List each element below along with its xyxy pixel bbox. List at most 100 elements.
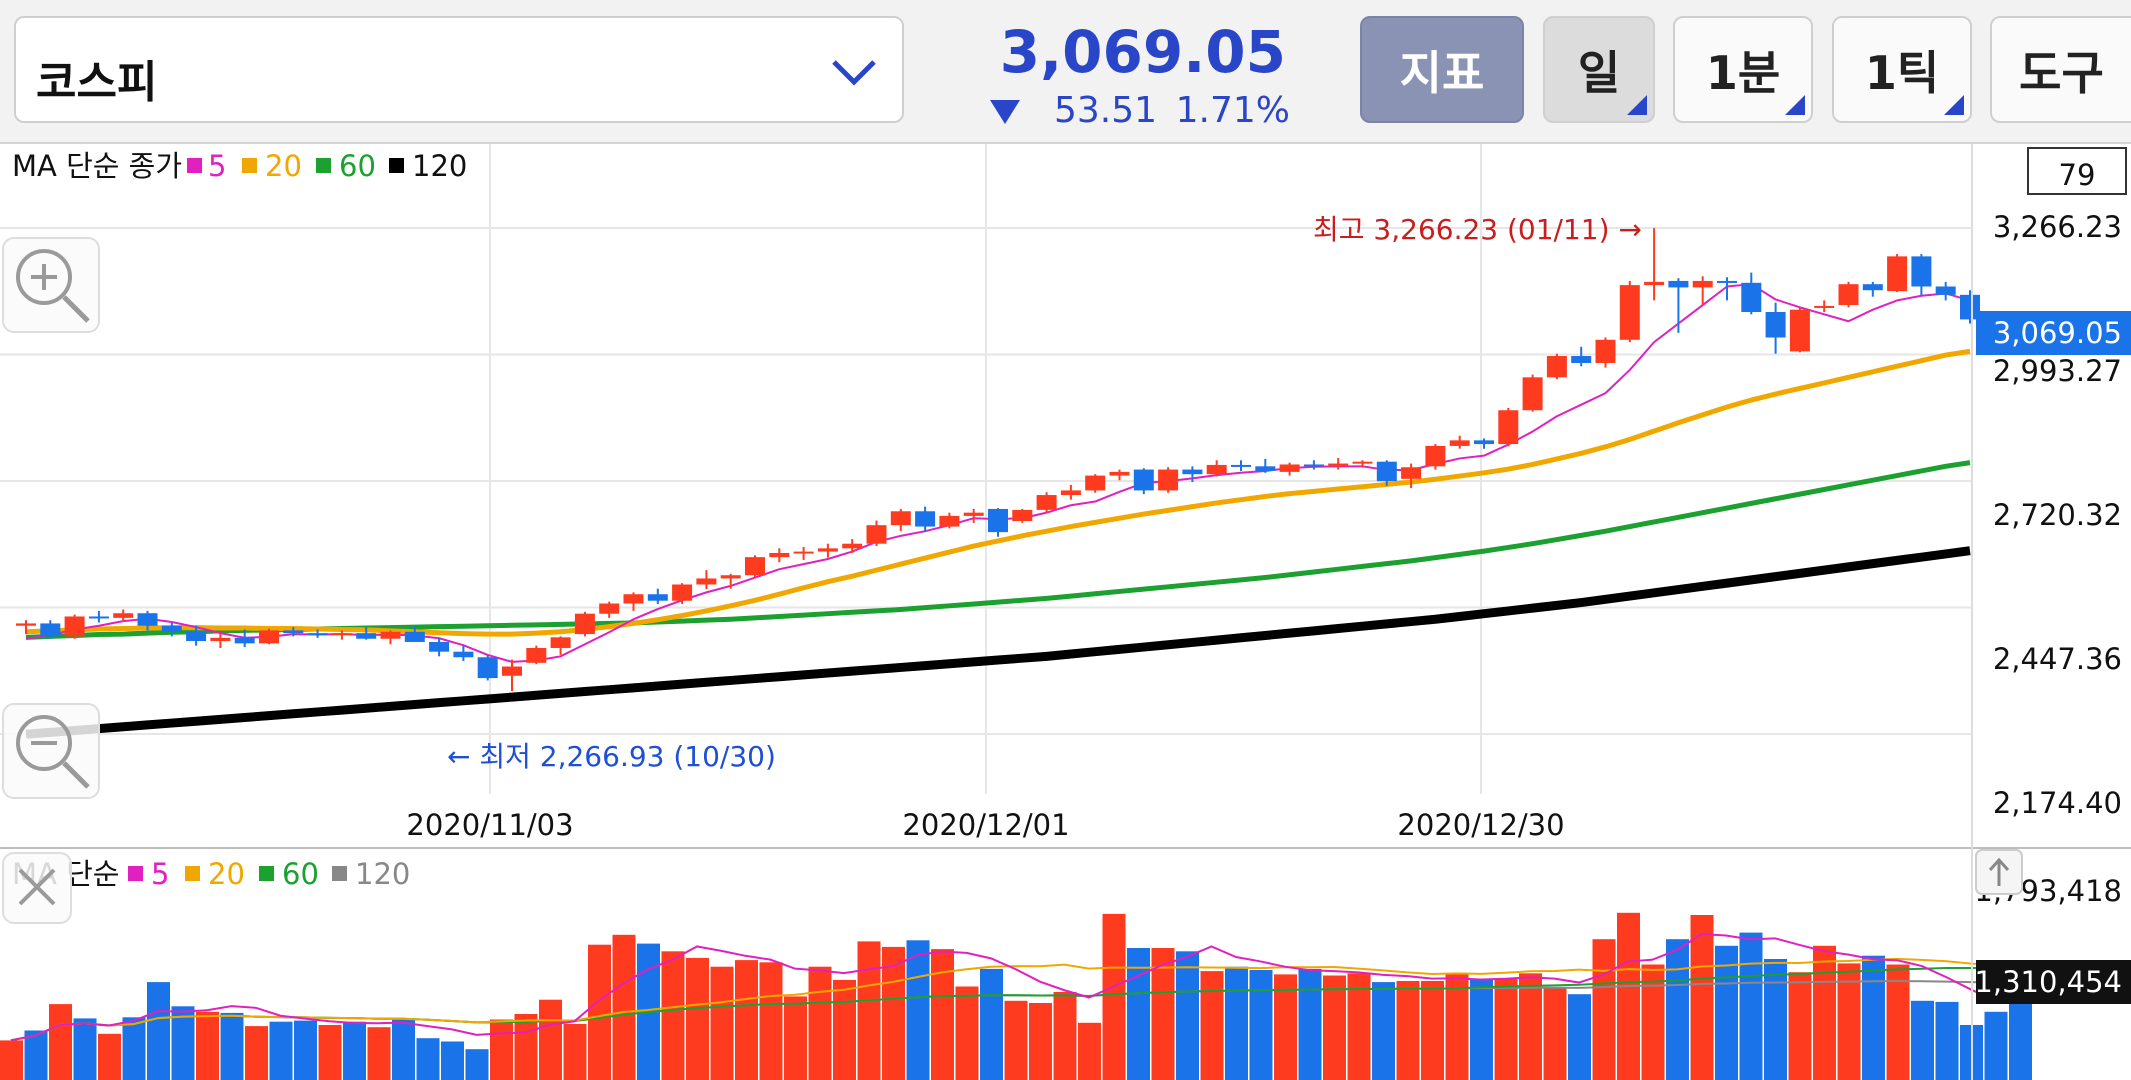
close-icon [18,868,56,906]
volume-bar [1911,1000,1934,1080]
close-panel-button[interactable] [2,852,72,924]
volume-bar [147,982,170,1080]
volume-bar [465,1049,489,1080]
volume-bar [588,944,611,1080]
collapse-arrow-icon[interactable] [1975,849,2023,895]
tools-button[interactable]: 도구 [1990,16,2131,123]
volume-bar [514,1014,538,1080]
volume-bar [1764,959,1787,1080]
candle-body [356,633,377,639]
candle-body [1887,256,1908,292]
candle-body [16,623,36,626]
symbol-select[interactable]: 코스피 [14,16,904,123]
candle-body [1498,410,1519,445]
count-box-value: 79 [2059,158,2096,192]
price-change: 53.51 1.71% [990,90,1290,132]
zoom-out-button[interactable] [2,703,100,799]
ma60-label: 60 [339,149,376,183]
candle-body [1303,464,1324,467]
volume-bar [416,1038,440,1080]
candle-body [915,511,936,527]
volume-bar [294,1020,317,1080]
candle-body [1279,464,1300,472]
price-legend-title: MA 단순 종가 [12,149,182,183]
symbol-name: 코스피 [36,57,158,108]
volume-bar [661,951,685,1080]
x-date-label: 2020/12/01 [902,808,1069,842]
zoom-in-icon [16,249,90,323]
candle-body [40,623,61,637]
indicator-button[interactable]: 지표 [1360,16,1524,123]
volume-bar [1862,955,1885,1080]
volume-bar [1176,951,1199,1080]
candle-body [1085,475,1106,491]
volume-bar [1617,912,1640,1080]
volume-bar [1592,939,1616,1080]
price-y-axis: 3,266.23 2,993.27 2,720.32 2,447.36 2,17… [1993,210,2122,820]
volume-bar [1323,975,1346,1080]
y-tick-label: 2,720.32 [1993,498,2122,532]
ma20-label: 20 [265,149,302,183]
candle-body [1595,339,1616,363]
candle-body [1619,285,1640,340]
volume-bar [1666,939,1689,1080]
volume-bar [1813,945,1836,1080]
candle-body [307,633,328,636]
volume-bar [1421,981,1444,1080]
ma120-label: 120 [412,149,467,183]
volume-bar [0,1040,23,1080]
y-tick-label: 2,447.36 [1993,642,2122,676]
volume-series [0,912,2032,1080]
ma5-label: 5 [208,149,226,183]
candle-body [1546,356,1567,378]
volume-bar [343,1021,366,1080]
volume-bar [1445,974,1469,1080]
candle-body [113,613,134,618]
indicator-button-label: 지표 [1399,45,1485,100]
candle-body [574,613,595,635]
volume-bar [49,1004,72,1080]
candle-body [1449,440,1470,446]
ma120-swatch [389,158,404,173]
volume-bar [1494,978,1518,1080]
day-period-button[interactable]: 일 [1543,16,1655,123]
candle-body [1401,467,1422,479]
volume-bar [245,1026,268,1080]
one-tick-label: 1틱 [1864,45,1940,100]
candle-body [890,511,911,526]
volume-bar [1739,932,1763,1080]
volume-bar [73,1018,97,1080]
candle-body [1717,280,1737,283]
candle-body [234,637,255,644]
volume-bar [955,986,979,1080]
one-tick-button[interactable]: 1틱 [1832,16,1972,123]
candle-body [1060,490,1081,496]
candle-body [745,557,765,576]
ma120-line [25,546,1971,739]
chart-canvas[interactable]: MA 단순 종가 5 20 60 120 79 3,266.23 2,993.2… [0,144,2131,1080]
candle-body [988,508,1008,533]
candle-body [1182,469,1203,475]
one-minute-label: 1분 [1705,45,1781,100]
candle-body [842,543,863,549]
candle-body [380,631,401,639]
candle-body [769,552,790,558]
down-arrow-icon [990,100,1020,124]
volume-bar [98,1033,121,1080]
volume-bar [1004,1000,1028,1080]
candle-body [599,603,620,614]
candle-body [429,641,450,652]
candle-body [1644,281,1665,286]
volume-bar [759,962,783,1080]
one-minute-button[interactable]: 1분 [1673,16,1813,123]
candle-body [1231,464,1251,467]
high-annotation: 최고 3,266.23 (01/11) → [1313,213,1642,246]
volume-bar [1543,987,1567,1080]
zoom-in-button[interactable] [2,237,100,333]
vol-ma60-label: 60 [282,857,319,891]
vol-ma20-swatch [185,866,200,881]
volume-bar [1470,978,1493,1080]
vol-ma5-swatch [128,866,143,881]
candle-body [963,512,984,516]
candle-body [866,525,887,544]
